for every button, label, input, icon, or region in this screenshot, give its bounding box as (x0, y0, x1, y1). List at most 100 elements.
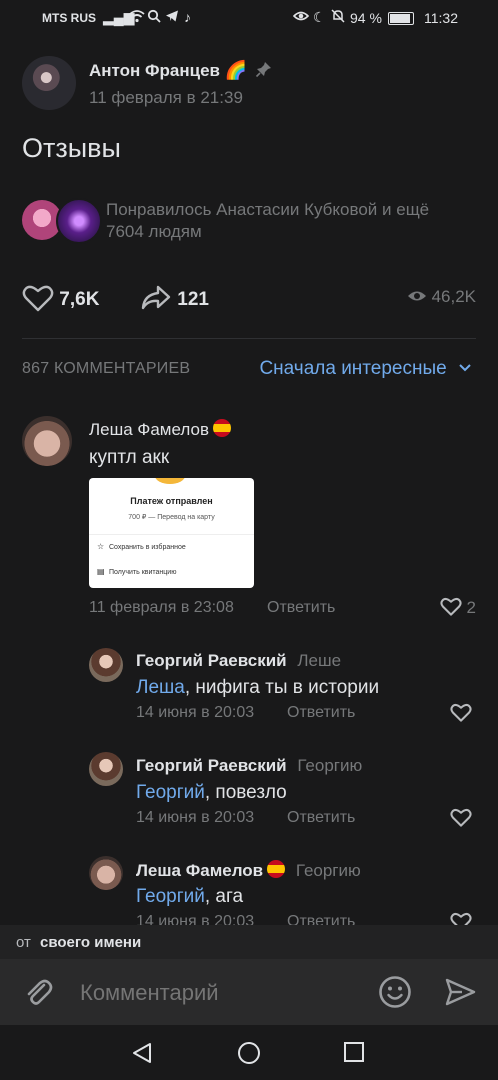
post-author[interactable]: Антон Францев 🌈 (89, 60, 273, 83)
moon-icon: ☾ (313, 9, 326, 25)
eye-icon (407, 291, 426, 301)
reply-like-button[interactable] (450, 808, 472, 832)
reply-body: , ага (204, 886, 244, 907)
emoji-button[interactable] (378, 975, 412, 1014)
reply-button[interactable]: Ответить (287, 809, 355, 827)
comment-like-count: 2 (466, 598, 476, 617)
divider (22, 338, 476, 339)
reply-author-avatar[interactable] (89, 648, 123, 682)
liked-by-text[interactable]: Понравилось Анастасии Кубковой и ещё 760… (106, 199, 466, 243)
post-date: 11 февраля в 21:39 (89, 88, 243, 107)
heart-icon (22, 285, 54, 312)
comments-count: 867 КОММЕНТАРИЕВ (22, 360, 191, 377)
reply-to: Георгию (297, 756, 363, 775)
comment-composer (0, 959, 498, 1025)
post-as-selector[interactable]: от своего имени (0, 925, 498, 959)
views-count: 46,2K (431, 287, 476, 306)
telegram-icon (165, 9, 179, 26)
home-button[interactable] (237, 1041, 261, 1070)
share-count: 121 (177, 289, 209, 310)
sort-dropdown[interactable]: Сначала интересные (259, 358, 472, 380)
pin-icon (255, 60, 273, 83)
back-triangle-icon (133, 1043, 151, 1063)
reply-body: , повезло (204, 782, 287, 803)
eye-icon (292, 9, 310, 26)
like-count: 7,6K (59, 289, 100, 310)
reply-button[interactable]: Ответить (287, 704, 355, 722)
attach-button[interactable] (22, 976, 54, 1013)
comment-author[interactable]: Леша Фамелов (89, 419, 231, 440)
comment-date: 11 февраля в 23:08 (89, 599, 234, 616)
paperclip-icon (27, 979, 53, 1005)
status-bar: MTS RUS ▂▄▆ ♪ ☾ 94 % 11:32 (0, 0, 498, 38)
clock: 11:32 (424, 10, 458, 26)
recents-square-icon (344, 1042, 364, 1062)
tiktok-icon: ♪ (184, 9, 191, 25)
system-navigation-bar (0, 1025, 498, 1080)
reply-button[interactable]: Ответить (267, 599, 335, 617)
reply-text: Георгий, ага (136, 886, 243, 908)
mention-link[interactable]: Георгий (136, 782, 205, 803)
send-icon (445, 978, 476, 1006)
rainbow-icon: 🌈 (224, 60, 247, 80)
carrier-label: MTS RUS (42, 11, 96, 25)
search-icon (147, 9, 161, 26)
reply-author-name[interactable]: Георгий Раевский (136, 756, 287, 775)
smiley-icon (379, 976, 411, 1008)
battery-icon (388, 12, 414, 25)
receipt-divider (89, 534, 254, 535)
mention-link[interactable]: Георгий (136, 886, 205, 907)
mention-link[interactable]: Леша (136, 677, 185, 698)
home-circle-icon (238, 1042, 260, 1064)
post-as-prefix: от (16, 934, 31, 951)
reply-header: Георгий Раевский Георгию (136, 756, 362, 776)
share-button[interactable]: 121 (140, 284, 209, 312)
reply-header: Георгий Раевский Леше (136, 651, 341, 671)
reply-like-button[interactable] (450, 703, 472, 727)
reply-text: Леша, нифига ты в истории (136, 677, 379, 699)
wifi-icon (129, 9, 145, 26)
reply-to: Георгию (295, 861, 361, 880)
star-icon: ☆ (97, 542, 105, 551)
receipt-title: Платеж отправлен (130, 496, 213, 506)
like-button[interactable]: 7,6K (22, 284, 99, 312)
reply-body: , нифига ты в истории (184, 677, 380, 698)
reply-to: Леше (297, 651, 342, 670)
sort-label: Сначала интересные (259, 358, 447, 379)
spain-flag-icon (267, 860, 286, 878)
reply-text: Георгий, повезло (136, 782, 287, 804)
comment-input[interactable] (78, 975, 362, 1011)
comment-author-name: Леша Фамелов (89, 420, 209, 439)
comment-author-avatar[interactable] (22, 416, 72, 466)
reply-author-avatar[interactable] (89, 856, 123, 890)
views-counter: 46,2K (407, 287, 476, 307)
post-text: Отзывы (22, 133, 121, 163)
heart-icon (440, 597, 462, 616)
document-icon: ▤ (97, 567, 105, 576)
heart-icon (450, 703, 472, 722)
post-author-avatar[interactable] (22, 56, 76, 110)
spain-flag-icon (212, 419, 231, 437)
send-button[interactable] (444, 976, 476, 1013)
comment-like-button[interactable]: 2 (440, 597, 476, 618)
heart-icon (450, 808, 472, 827)
receipt-action-receipt: Получить квитанцию (109, 569, 177, 576)
reply-author-avatar[interactable] (89, 752, 123, 786)
muted-bell-icon (331, 9, 345, 26)
reply-date: 14 июня в 20:03 (136, 809, 255, 826)
comment-image-attachment[interactable]: Платеж отправлен 700 ₽ — Перевод на карт… (89, 478, 254, 588)
recents-button[interactable] (343, 1041, 365, 1068)
reply-date: 14 июня в 20:03 (136, 704, 255, 721)
back-button[interactable] (130, 1041, 154, 1070)
coin-graphic (155, 478, 185, 484)
reply-header: Леша Фамелов Георгию (136, 860, 361, 881)
reply-author-name[interactable]: Георгий Раевский (136, 651, 287, 670)
receipt-action-save: Сохранить в избранное (109, 544, 186, 551)
comment-text: куптл акк (89, 447, 170, 468)
chevron-down-icon (459, 364, 471, 372)
reply-author-name[interactable]: Леша Фамелов (136, 861, 263, 880)
liker-avatar[interactable] (56, 198, 102, 244)
battery-percent: 94 % (350, 10, 382, 26)
post-as-name: своего имени (40, 934, 142, 951)
receipt-subtitle: 700 ₽ — Перевод на карту (128, 514, 215, 521)
